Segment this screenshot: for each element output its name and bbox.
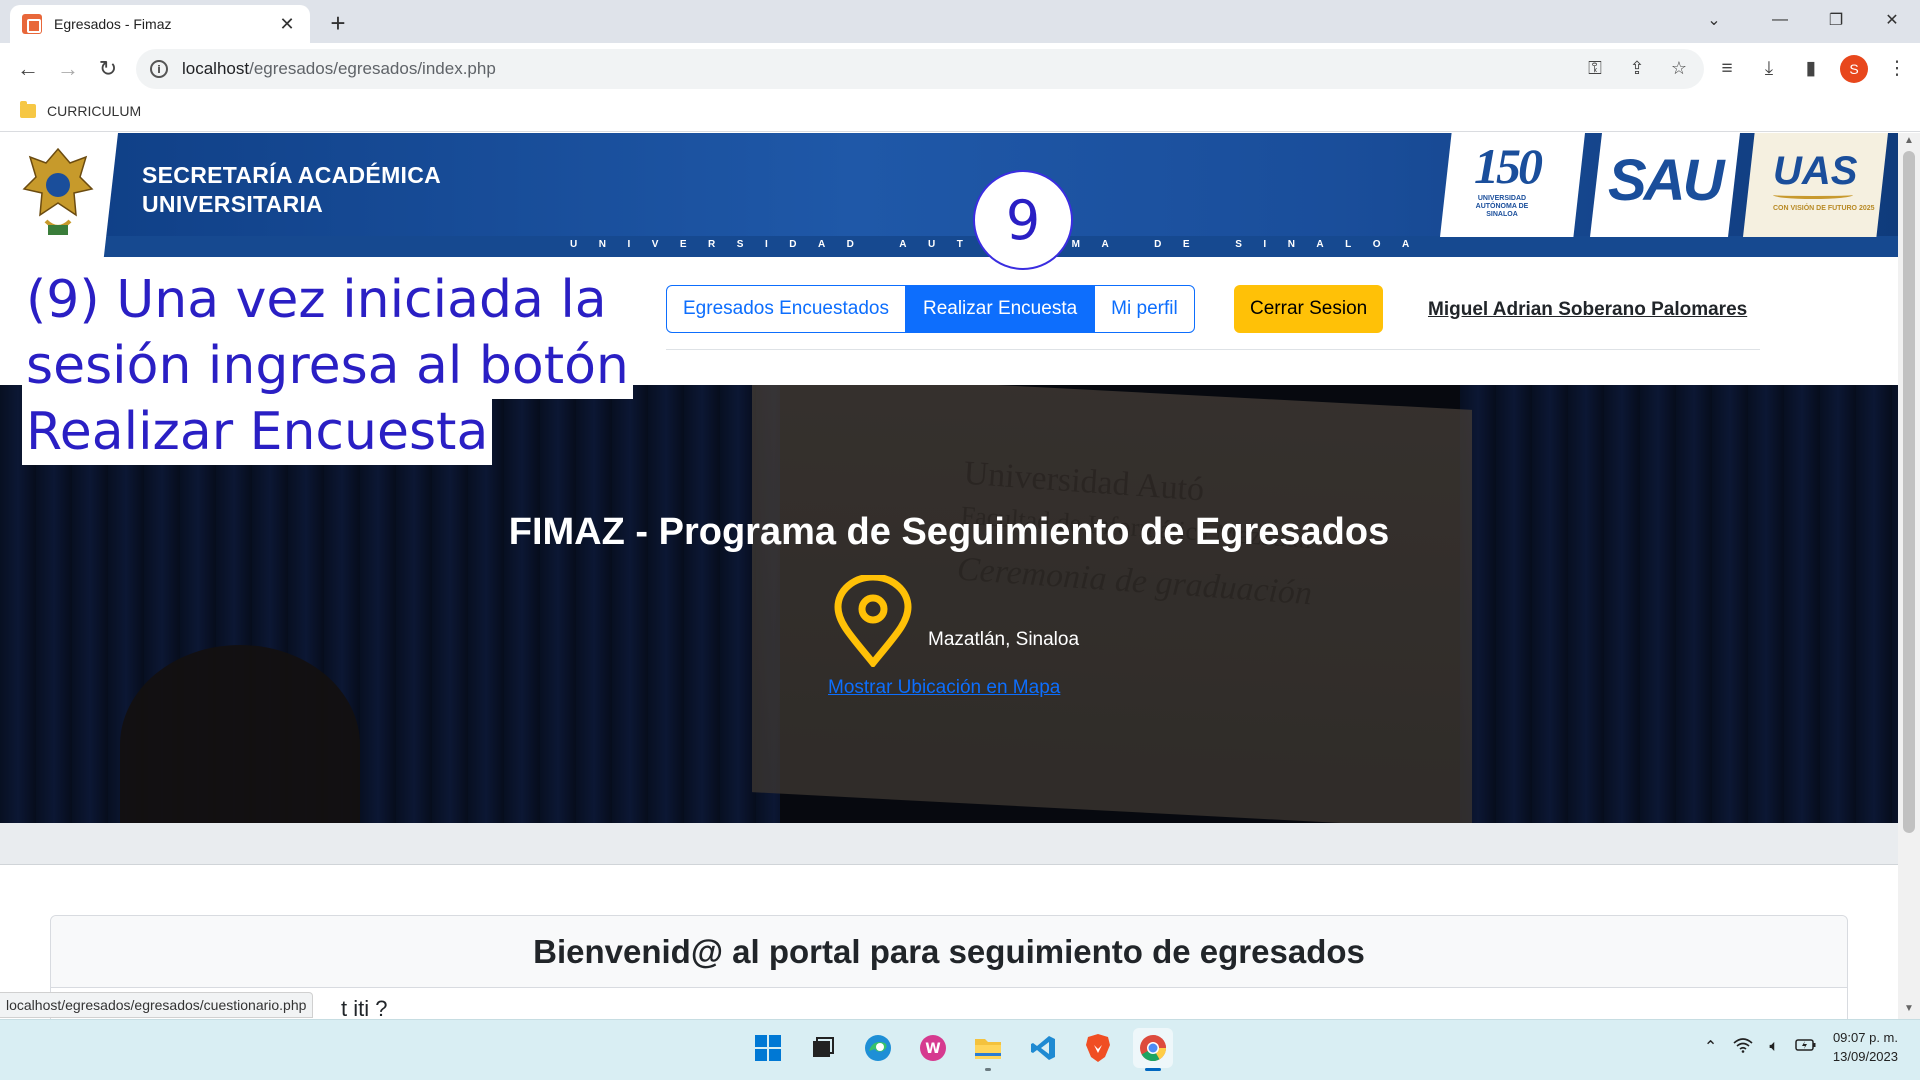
annotation-line-1: (9) Una vez iniciada la [22,267,611,333]
new-tab-button[interactable]: + [322,7,354,39]
vscode-icon[interactable] [1023,1028,1063,1068]
url-host: localhost [182,59,250,78]
edge-browser-icon[interactable] [858,1028,898,1068]
logo-uas-text: UAS [1773,149,1858,193]
scroll-up-icon[interactable]: ▲ [1904,135,1914,146]
secretaria-title: SECRETARÍA ACADÉMICA UNIVERSITARIA [142,161,441,219]
key-icon[interactable]: ⚿ [1584,57,1606,79]
bookmarks-bar: CURRICULUM [0,95,1920,132]
crest-container [0,133,118,257]
profile-avatar[interactable]: S [1840,55,1868,83]
side-panel-icon[interactable]: ▮ [1798,56,1824,82]
welcome-card-title: Bienvenid@ al portal para seguimiento de… [51,916,1847,988]
section-separator [0,823,1898,865]
nav-mi-perfil[interactable]: Mi perfil [1094,285,1195,333]
annotation-line-3: Realizar Encuesta [22,399,493,465]
uas-crest-icon [22,147,94,235]
address-bar[interactable]: i localhost /egresados/egresados/index.p… [136,49,1704,89]
wps-office-icon[interactable]: W [913,1028,953,1068]
tab-title: Egresados - Fimaz [54,16,172,32]
logo-uas-swoosh [1773,191,1853,199]
annotation-line-2: sesión ingresa al botón [22,333,633,399]
system-tray: ⌃ 🔈︎ 09:07 p. m. 13/09/2023 [1704,1028,1898,1066]
logo-sau: SAU [1590,133,1740,237]
browser-tab-bar: Egresados - Fimaz ✕ + ⌄ — ❐ ✕ [0,0,1920,43]
page-scrollbar[interactable]: ▲ ▼ [1898,133,1920,1019]
tab-search-chevron-icon[interactable]: ⌄ [1684,0,1744,40]
svg-text:W: W [925,1041,940,1057]
site-info-icon[interactable]: i [150,60,168,78]
menu-kebab-icon[interactable]: ⋮ [1884,56,1910,82]
windows-start-icon[interactable] [748,1028,788,1068]
bookmark-label: CURRICULUM [47,103,142,119]
download-icon[interactable]: ⤓ [1756,56,1782,82]
folder-icon [20,101,36,118]
step-number-badge: 9 [973,170,1073,270]
url-path: /egresados/egresados/index.php [249,59,496,78]
status-bar-url: localhost/egresados/egresados/cuestionar… [0,992,314,1018]
logo-uas-subtitle: CON VISIÓN DE FUTURO 2025 [1773,205,1875,212]
xampp-favicon-icon [22,14,42,34]
welcome-card: Bienvenid@ al portal para seguimiento de… [50,915,1848,1019]
nav-realizar-encuesta[interactable]: Realizar Encuesta [905,285,1095,333]
back-arrow-icon[interactable]: ← [12,53,44,85]
windows-taskbar: W ⌃ 🔈︎ 09:07 p. m. 13/09/2023 [0,1019,1920,1080]
nav-pill-group: Egresados Encuestados Realizar Encuesta … [666,285,1195,333]
university-header-banner: SECRETARÍA ACADÉMICA UNIVERSITARIA UNIVE… [0,133,1898,257]
share-icon[interactable]: ⇪ [1626,57,1648,79]
window-controls: ⌄ — ❐ ✕ [1684,0,1920,40]
file-explorer-icon[interactable] [968,1028,1008,1071]
tray-overflow-chevron-icon[interactable]: ⌃ [1704,1037,1717,1057]
minimize-icon[interactable]: — [1752,0,1808,40]
volume-icon[interactable]: 🔈︎ [1769,1038,1779,1056]
nav-egresados-encuestados[interactable]: Egresados Encuestados [666,285,906,333]
logo-150-number: 150 [1474,138,1543,194]
user-name-link[interactable]: Miguel Adrian Soberano Palomares [1428,299,1747,321]
battery-charging-icon[interactable] [1795,1038,1817,1057]
reload-icon[interactable]: ↻ [92,53,124,85]
hero-location: Mazatlán, Sinaloa [928,629,1080,650]
bookmark-curriculum[interactable]: CURRICULUM [20,101,142,119]
cerrar-sesion-button[interactable]: Cerrar Sesion [1234,285,1384,333]
page-viewport: SECRETARÍA ACADÉMICA UNIVERSITARIA UNIVE… [0,133,1898,1019]
restore-icon[interactable]: ❐ [1808,0,1864,40]
forward-arrow-icon[interactable]: → [52,53,84,85]
bookmark-star-icon[interactable]: ☆ [1668,57,1690,79]
welcome-card-partial-text: t iti ? [341,996,388,1019]
reading-list-icon[interactable]: ≡ [1714,56,1740,82]
task-view-icon[interactable] [803,1028,843,1068]
scroll-down-icon[interactable]: ▼ [1904,1003,1914,1014]
logo-sau-text: SAU [1608,148,1724,213]
hero-title: FIMAZ - Programa de Seguimiento de Egres… [508,511,1390,553]
secretaria-line-2: UNIVERSITARIA [142,191,324,217]
secretaria-line-1: SECRETARÍA ACADÉMICA [142,162,442,188]
logo-uas: UAS CON VISIÓN DE FUTURO 2025 [1743,133,1888,237]
tab-close-icon[interactable]: ✕ [276,14,298,35]
tutorial-annotation: (9) Una vez iniciada la sesión ingresa a… [22,267,633,465]
show-map-link[interactable]: Mostrar Ubicación en Mapa [828,677,1060,699]
system-clock[interactable]: 09:07 p. m. 13/09/2023 [1833,1028,1898,1066]
location-pin-icon [834,575,912,667]
clock-date: 13/09/2023 [1832,1049,1898,1064]
scrollbar-thumb[interactable] [1903,151,1915,833]
browser-tab[interactable]: Egresados - Fimaz ✕ [10,5,310,43]
window-close-icon[interactable]: ✕ [1864,0,1920,40]
nav-divider [666,349,1760,350]
clock-time: 09:07 p. m. [1832,1030,1898,1045]
chrome-browser-icon[interactable] [1133,1028,1173,1071]
logo-150-anniversary: 150 UNIVERSIDAD AUTÓNOMA DE SINALOA [1440,133,1585,237]
browser-toolbar: ← → ↻ i localhost /egresados/egresados/i… [0,43,1920,95]
wifi-icon[interactable] [1733,1037,1753,1058]
logo-150-subtitle: UNIVERSIDAD AUTÓNOMA DE SINALOA [1475,195,1529,218]
brave-browser-icon[interactable] [1078,1028,1118,1068]
